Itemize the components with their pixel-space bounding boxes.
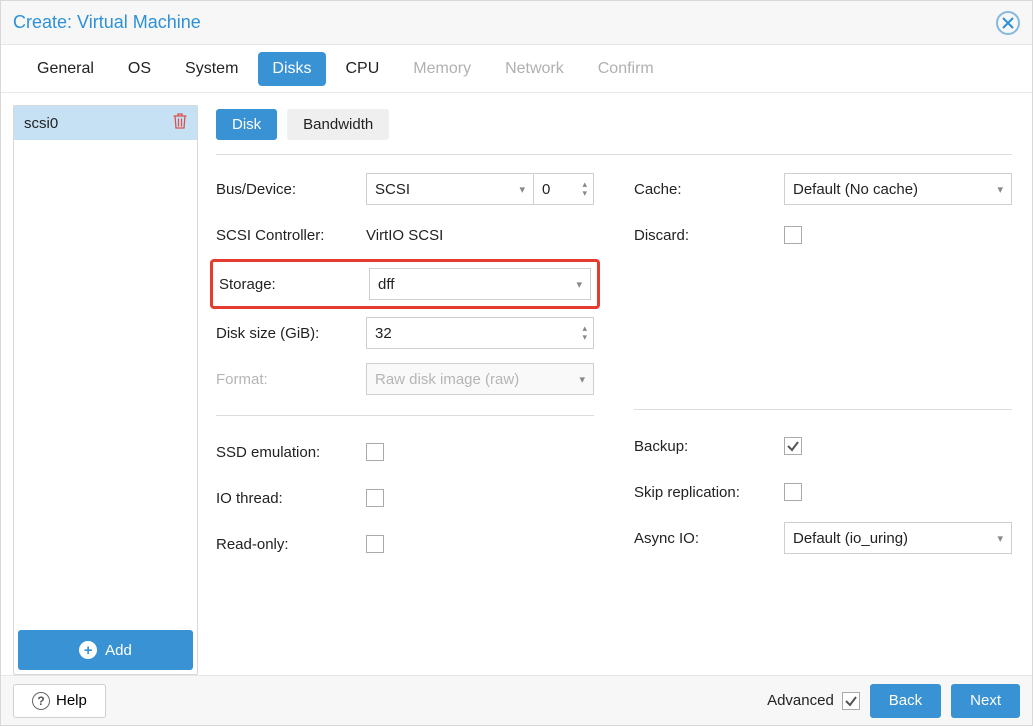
- async-io-select[interactable]: Default (io_uring) ▾: [784, 522, 1012, 554]
- disk-size-input[interactable]: 32 ▴▾: [366, 317, 594, 349]
- tab-memory: Memory: [399, 52, 485, 86]
- row-format: Format: Raw disk image (raw) ▾: [216, 363, 594, 395]
- row-backup: Backup:: [634, 430, 1012, 462]
- add-disk-button[interactable]: + Add: [18, 630, 193, 670]
- backup-label: Backup:: [634, 438, 784, 455]
- disk-form-panel: Disk Bandwidth Bus/Device: SCSI ▾ 0: [208, 105, 1020, 675]
- disk-list: scsi0: [14, 106, 197, 626]
- scsi-controller-label: SCSI Controller:: [216, 227, 366, 244]
- skip-replication-checkbox[interactable]: [784, 483, 802, 501]
- chevron-down-icon: ▾: [576, 278, 582, 291]
- row-io-thread: IO thread:: [216, 482, 594, 514]
- row-disk-size: Disk size (GiB): 32 ▴▾: [216, 317, 594, 349]
- subtab-disk[interactable]: Disk: [216, 109, 277, 140]
- chevron-down-icon: ▾: [997, 532, 1003, 545]
- row-storage: Storage: dff ▾: [219, 268, 591, 300]
- row-read-only: Read-only:: [216, 528, 594, 560]
- scsi-controller-value: VirtIO SCSI: [366, 227, 443, 244]
- row-discard: Discard:: [634, 219, 1012, 251]
- close-button[interactable]: [996, 11, 1020, 35]
- tab-os[interactable]: OS: [114, 52, 165, 86]
- format-select: Raw disk image (raw) ▾: [366, 363, 594, 395]
- help-button[interactable]: ? Help: [13, 684, 106, 718]
- back-button[interactable]: Back: [870, 684, 941, 718]
- format-value: Raw disk image (raw): [375, 371, 519, 388]
- disk-list-panel: scsi0 + Add: [13, 105, 198, 675]
- advanced-toggle[interactable]: Advanced: [767, 692, 860, 710]
- cache-value: Default (No cache): [793, 181, 918, 198]
- async-io-label: Async IO:: [634, 530, 784, 547]
- wizard-tabs: General OS System Disks CPU Memory Netwo…: [1, 45, 1032, 93]
- read-only-checkbox[interactable]: [366, 535, 384, 553]
- row-ssd-emulation: SSD emulation:: [216, 436, 594, 468]
- row-bus-device: Bus/Device: SCSI ▾ 0 ▴▾: [216, 173, 594, 205]
- io-thread-checkbox[interactable]: [366, 489, 384, 507]
- read-only-label: Read-only:: [216, 536, 366, 553]
- bus-value: SCSI: [375, 181, 410, 198]
- tab-system[interactable]: System: [171, 52, 252, 86]
- advanced-checkbox[interactable]: [842, 692, 860, 710]
- trash-icon: [173, 113, 187, 129]
- form-right-column: Cache: Default (No cache) ▾ Discard: .: [634, 173, 1012, 560]
- device-value: 0: [542, 181, 550, 198]
- chevron-down-icon: ▾: [997, 183, 1003, 196]
- delete-disk-button[interactable]: [173, 113, 187, 133]
- spinner-icon: ▴▾: [582, 324, 587, 342]
- help-label: Help: [56, 692, 87, 709]
- disk-size-label: Disk size (GiB):: [216, 325, 366, 342]
- check-icon: [786, 439, 800, 453]
- ssd-emulation-checkbox[interactable]: [366, 443, 384, 461]
- device-number-input[interactable]: 0 ▴▾: [534, 173, 594, 205]
- bus-device-label: Bus/Device:: [216, 181, 366, 198]
- storage-highlight: Storage: dff ▾: [210, 259, 600, 309]
- tab-general[interactable]: General: [23, 52, 108, 86]
- disk-size-value: 32: [375, 325, 392, 342]
- io-thread-label: IO thread:: [216, 490, 366, 507]
- dialog-footer: ? Help Advanced Back Next: [1, 675, 1032, 725]
- storage-label: Storage:: [219, 276, 369, 293]
- close-icon: [1001, 16, 1015, 30]
- create-vm-dialog: Create: Virtual Machine General OS Syste…: [0, 0, 1033, 726]
- help-icon: ?: [32, 692, 50, 710]
- dialog-title: Create: Virtual Machine: [13, 12, 996, 33]
- next-button[interactable]: Next: [951, 684, 1020, 718]
- row-skip-replication: Skip replication:: [634, 476, 1012, 508]
- format-label: Format:: [216, 371, 366, 388]
- async-io-value: Default (io_uring): [793, 530, 908, 547]
- tab-disks[interactable]: Disks: [258, 52, 325, 86]
- add-button-label: Add: [105, 642, 132, 659]
- separator: [634, 409, 1012, 410]
- spinner-icon: ▴▾: [582, 180, 587, 198]
- skip-replication-label: Skip replication:: [634, 484, 784, 501]
- dialog-body: scsi0 + Add Disk Bandwidth Bus/Device: [1, 93, 1032, 675]
- form-columns: Bus/Device: SCSI ▾ 0 ▴▾: [216, 154, 1012, 560]
- storage-select[interactable]: dff ▾: [369, 268, 591, 300]
- ssd-emulation-label: SSD emulation:: [216, 444, 366, 461]
- tab-cpu[interactable]: CPU: [332, 52, 394, 86]
- discard-checkbox[interactable]: [784, 226, 802, 244]
- row-cache: Cache: Default (No cache) ▾: [634, 173, 1012, 205]
- plus-icon: +: [79, 641, 97, 659]
- subtab-bandwidth[interactable]: Bandwidth: [287, 109, 389, 140]
- tab-confirm: Confirm: [584, 52, 668, 86]
- disk-item-scsi0[interactable]: scsi0: [14, 106, 197, 140]
- row-async-io: Async IO: Default (io_uring) ▾: [634, 522, 1012, 554]
- cache-select[interactable]: Default (No cache) ▾: [784, 173, 1012, 205]
- bus-select[interactable]: SCSI ▾: [366, 173, 534, 205]
- row-scsi-controller: SCSI Controller: VirtIO SCSI: [216, 219, 594, 251]
- discard-label: Discard:: [634, 227, 784, 244]
- form-left-column: Bus/Device: SCSI ▾ 0 ▴▾: [216, 173, 594, 560]
- disk-subtabs: Disk Bandwidth: [216, 109, 1012, 140]
- disk-item-label: scsi0: [24, 115, 58, 132]
- cache-label: Cache:: [634, 181, 784, 198]
- separator: [216, 415, 594, 416]
- advanced-label: Advanced: [767, 692, 834, 709]
- chevron-down-icon: ▾: [579, 373, 585, 386]
- backup-checkbox[interactable]: [784, 437, 802, 455]
- check-icon: [844, 694, 858, 708]
- titlebar: Create: Virtual Machine: [1, 1, 1032, 45]
- tab-network: Network: [491, 52, 578, 86]
- chevron-down-icon: ▾: [519, 183, 525, 196]
- storage-value: dff: [378, 276, 394, 293]
